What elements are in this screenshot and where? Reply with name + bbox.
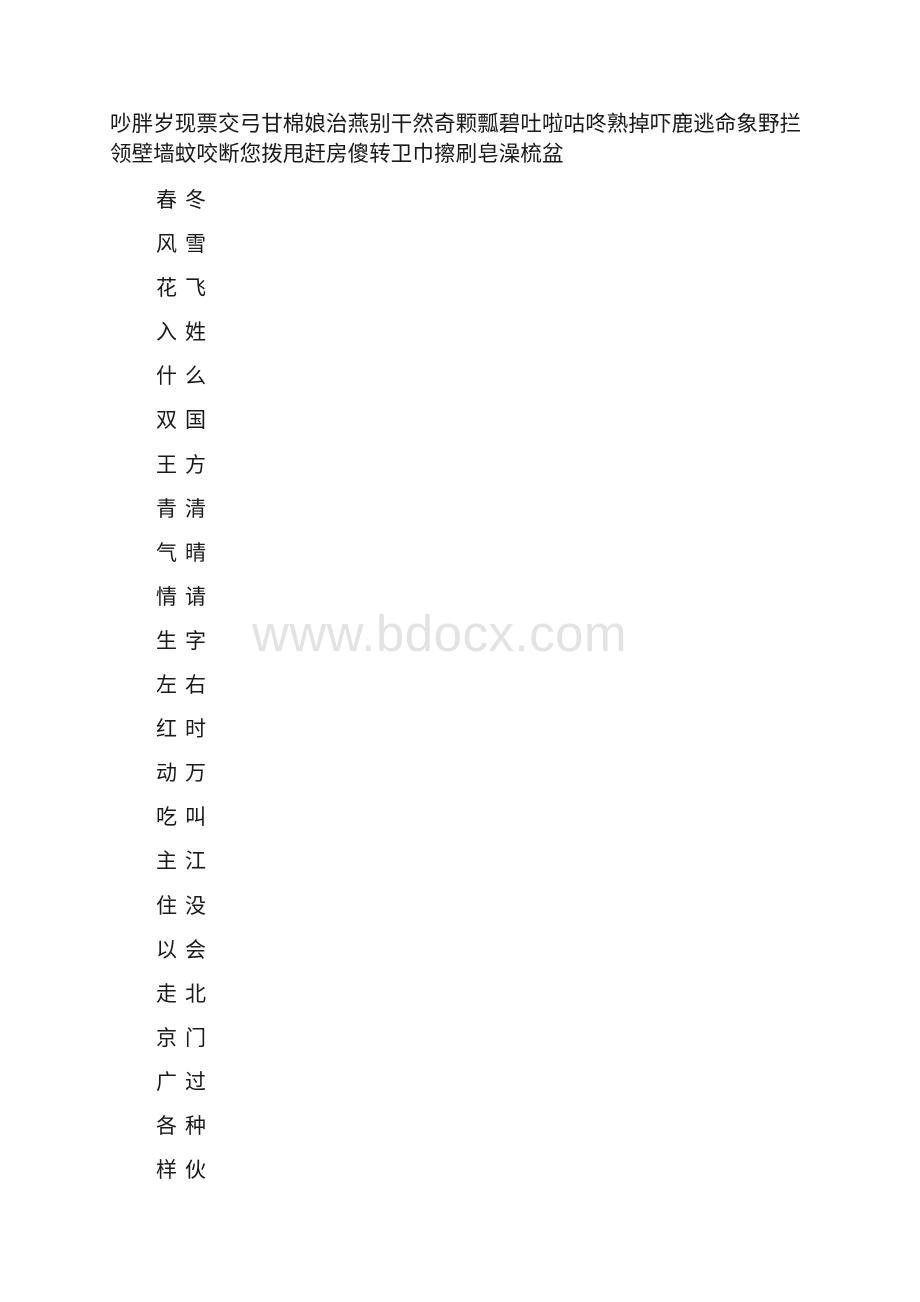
character-pair: 生字 bbox=[156, 626, 207, 670]
pair-second-char: 门 bbox=[185, 1025, 206, 1050]
pair-first-char: 以 bbox=[156, 937, 177, 962]
character-pair: 吃叫 bbox=[156, 802, 207, 846]
pair-first-char: 主 bbox=[156, 849, 177, 874]
pair-first-char: 红 bbox=[156, 717, 177, 742]
character-pair: 主江 bbox=[156, 846, 207, 890]
character-pair: 左右 bbox=[156, 670, 207, 714]
pair-second-char: 方 bbox=[185, 452, 206, 477]
pair-second-char: 雪 bbox=[185, 232, 206, 257]
pair-first-char: 气 bbox=[156, 540, 177, 565]
pair-second-char: 北 bbox=[185, 981, 206, 1006]
pair-first-char: 走 bbox=[156, 981, 177, 1006]
pair-second-char: 字 bbox=[185, 628, 206, 653]
pair-first-char: 广 bbox=[156, 1069, 177, 1094]
character-pair: 样伙 bbox=[156, 1155, 207, 1199]
pair-second-char: 过 bbox=[185, 1069, 206, 1094]
pair-first-char: 花 bbox=[156, 276, 177, 301]
character-pair: 王方 bbox=[156, 450, 207, 494]
pair-second-char: 时 bbox=[185, 717, 206, 742]
pair-first-char: 左 bbox=[156, 673, 177, 698]
pair-second-char: 么 bbox=[185, 364, 206, 389]
pair-first-char: 吃 bbox=[156, 805, 177, 830]
character-pair: 红时 bbox=[156, 714, 207, 758]
pair-second-char: 冬 bbox=[185, 188, 206, 212]
pair-second-char: 叫 bbox=[185, 805, 206, 830]
character-pair: 气晴 bbox=[156, 538, 207, 582]
pair-second-char: 右 bbox=[185, 673, 206, 698]
pair-first-char: 王 bbox=[156, 452, 177, 477]
character-pair: 双国 bbox=[156, 405, 207, 449]
pair-second-char: 种 bbox=[185, 1113, 206, 1138]
pair-first-char: 入 bbox=[156, 320, 177, 345]
heading-character-list: 吵胖岁现票交弓甘棉娘治燕别干然奇颗瓢碧吐啦咕咚熟掉吓鹿逃命象野拦领壁墙蚊咬断您拨… bbox=[110, 112, 802, 167]
pair-second-char: 会 bbox=[185, 937, 206, 962]
pair-second-char: 晴 bbox=[185, 540, 206, 565]
character-pair: 各种 bbox=[156, 1111, 207, 1155]
character-pair: 动万 bbox=[156, 758, 207, 802]
watermark-text: www.bdocx.com bbox=[252, 605, 627, 662]
pair-second-char: 国 bbox=[185, 408, 206, 433]
character-pair: 住没 bbox=[156, 891, 207, 935]
pair-first-char: 情 bbox=[156, 584, 177, 609]
pair-first-char: 春 bbox=[156, 188, 177, 212]
character-pair: 青清 bbox=[156, 494, 207, 538]
pair-second-char: 姓 bbox=[185, 320, 206, 345]
pair-first-char: 住 bbox=[156, 893, 177, 918]
pair-first-char: 样 bbox=[156, 1158, 177, 1183]
character-pair: 春冬 bbox=[156, 185, 207, 229]
pair-second-char: 江 bbox=[185, 849, 206, 874]
character-pair: 走北 bbox=[156, 979, 207, 1023]
pair-first-char: 各 bbox=[156, 1113, 177, 1138]
character-pair: 情请 bbox=[156, 582, 207, 626]
character-pair: 广过 bbox=[156, 1067, 207, 1111]
character-pair: 风雪 bbox=[156, 229, 207, 273]
pair-first-char: 双 bbox=[156, 408, 177, 433]
character-pair: 以会 bbox=[156, 935, 207, 979]
pair-first-char: 生 bbox=[156, 628, 177, 653]
pair-second-char: 请 bbox=[185, 584, 206, 609]
pair-first-char: 京 bbox=[156, 1025, 177, 1050]
character-pair: 京门 bbox=[156, 1023, 207, 1067]
pair-second-char: 清 bbox=[185, 496, 206, 521]
character-pair: 花飞 bbox=[156, 273, 207, 317]
character-pair: 什么 bbox=[156, 361, 207, 405]
pair-first-char: 风 bbox=[156, 232, 177, 257]
document-page: 吵胖岁现票交弓甘棉娘治燕别干然奇颗瓢碧吐啦咕咚熟掉吓鹿逃命象野拦领壁墙蚊咬断您拨… bbox=[0, 0, 920, 1302]
pair-second-char: 没 bbox=[185, 893, 206, 918]
pair-second-char: 万 bbox=[185, 761, 206, 786]
pair-second-char: 伙 bbox=[185, 1158, 206, 1183]
character-pair: 入姓 bbox=[156, 317, 207, 361]
pair-first-char: 什 bbox=[156, 364, 177, 389]
character-pair-list: 春冬 风雪 花飞 入姓 什么 双国 王方 青清 气晴 情请 生字 左右 红时 动… bbox=[156, 185, 207, 1199]
pair-first-char: 青 bbox=[156, 496, 177, 521]
pair-first-char: 动 bbox=[156, 761, 177, 786]
pair-second-char: 飞 bbox=[185, 276, 206, 301]
